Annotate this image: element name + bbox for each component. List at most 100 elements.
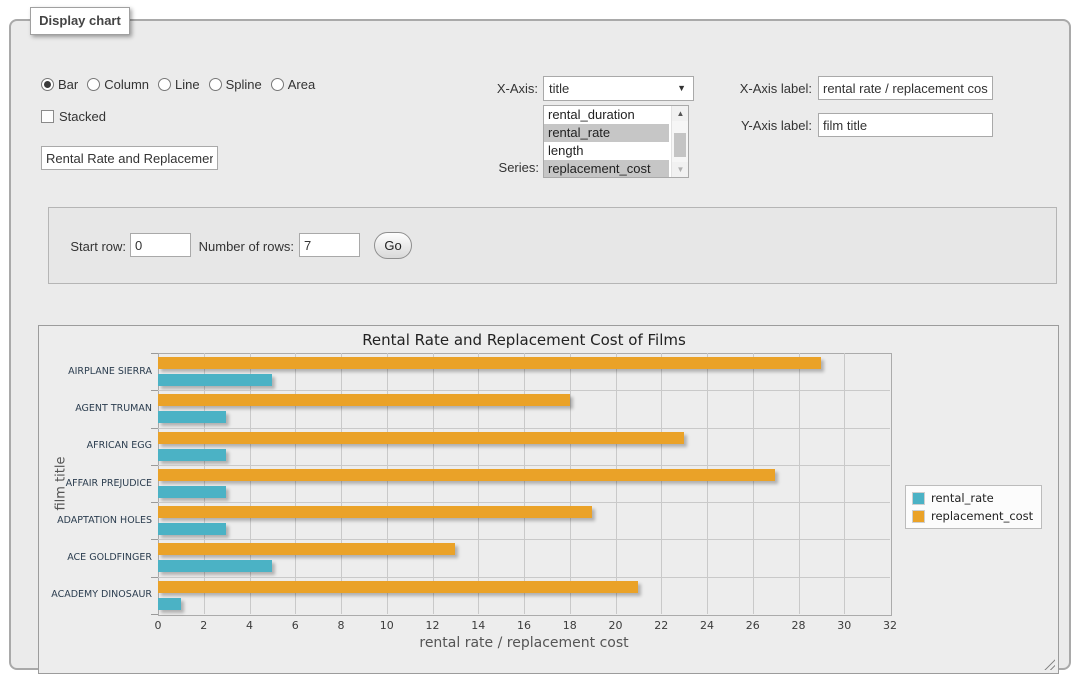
radio-icon[interactable] [87,78,100,91]
bar-rental-rate [158,449,226,461]
chevron-down-icon: ▼ [677,77,686,100]
panel-title: Display chart [30,7,130,35]
legend-label: rental_rate [931,491,994,505]
gridline-vertical [341,353,342,614]
gridline-vertical [570,353,571,614]
y-axis-tick [151,353,158,354]
bar-rental-rate [158,374,272,386]
go-button[interactable]: Go [374,232,412,259]
series-listbox[interactable]: rental_durationrental_ratelengthreplacem… [543,105,689,178]
y-axis-tick [151,390,158,391]
legend-item-rental_rate: rental_rate [912,491,1033,505]
radio-icon[interactable] [158,78,171,91]
y-axis-label-field-label: Y-Axis label: [712,118,812,133]
stacked-option[interactable]: Stacked [41,109,106,124]
bar-rental-rate [158,523,226,535]
gridline-vertical [661,353,662,614]
gridline-horizontal [158,539,890,540]
legend-item-replacement_cost: replacement_cost [912,509,1033,523]
y-axis-tick [151,428,158,429]
gridline-vertical [295,353,296,614]
gridline-vertical [478,353,479,614]
x-tick-label: 30 [824,619,864,632]
x-tick-label: 18 [550,619,590,632]
scrollbar-thumb[interactable] [674,133,686,157]
bar-replacement-cost [158,543,455,555]
chart-type-radio-line[interactable]: Line [158,77,200,92]
chart-type-radio-group: Bar Column Line Spline Area [41,77,315,92]
gridline-vertical [250,353,251,614]
chart-title-input[interactable] [41,146,218,170]
scroll-down-icon[interactable]: ▼ [672,162,689,177]
chart-type-radio-label: Spline [226,77,262,92]
y-axis-tick [151,577,158,578]
stacked-checkbox[interactable] [41,110,54,123]
page: Display chart Bar Column Line Spline Area St… [0,0,1081,681]
series-option-length[interactable]: length [544,142,669,160]
listbox-scrollbar[interactable]: ▲ ▼ [671,106,688,177]
category-label: AGENT TRUMAN [42,403,152,414]
y-axis-tick [151,614,158,615]
legend-swatch [912,510,925,523]
x-tick-label: 20 [596,619,636,632]
x-tick-label: 2 [184,619,224,632]
radio-icon[interactable] [271,78,284,91]
x-tick-label: 4 [230,619,270,632]
chart-type-radio-label: Line [175,77,200,92]
series-option-rental_duration[interactable]: rental_duration [544,106,669,124]
bar-replacement-cost [158,469,775,481]
bar-replacement-cost [158,357,821,369]
radio-icon[interactable] [209,78,222,91]
chart-title: Rental Rate and Replacement Cost of Film… [158,331,890,349]
bar-rental-rate [158,486,226,498]
bar-replacement-cost [158,506,592,518]
chart-type-radio-bar[interactable]: Bar [41,77,78,92]
x-tick-label: 16 [504,619,544,632]
gridline-vertical [753,353,754,614]
gridline-vertical [844,353,845,614]
radio-icon[interactable] [41,78,54,91]
scroll-up-icon[interactable]: ▲ [672,106,689,121]
resize-handle-icon[interactable] [1044,659,1055,670]
category-label: ACADEMY DINOSAUR [42,589,152,600]
x-axis-select-value: title [549,81,569,96]
x-axis-select[interactable]: title ▼ [543,76,694,101]
x-tick-label: 32 [870,619,910,632]
x-tick-label: 12 [413,619,453,632]
gridline-vertical [707,353,708,614]
chart-type-radio-area[interactable]: Area [271,77,315,92]
x-tick-label: 24 [687,619,727,632]
gridline-vertical [524,353,525,614]
bar-replacement-cost [158,581,638,593]
number-of-rows-label: Number of rows: [131,239,294,254]
y-axis-label-input[interactable] [818,113,993,137]
x-tick-label: 28 [779,619,819,632]
stacked-label: Stacked [59,109,106,124]
number-of-rows-input[interactable] [299,233,360,257]
bar-rental-rate [158,411,226,423]
x-tick-label: 8 [321,619,361,632]
gridline-vertical [387,353,388,614]
gridline-vertical [204,353,205,614]
chart-container: Rental Rate and Replacement Cost of Film… [38,325,1059,674]
gridline-horizontal [158,577,890,578]
x-axis-label-input[interactable] [818,76,993,100]
bar-rental-rate [158,598,181,610]
chart-type-radio-label: Area [288,77,315,92]
series-select-label: Series: [439,160,539,175]
x-tick-label: 0 [138,619,178,632]
chart-type-radio-column[interactable]: Column [87,77,149,92]
y-axis-tick [151,539,158,540]
x-tick-label: 6 [275,619,315,632]
chart-type-radio-spline[interactable]: Spline [209,77,262,92]
bar-replacement-cost [158,432,684,444]
chart-type-radio-label: Column [104,77,149,92]
series-option-rental_rate[interactable]: rental_rate [544,124,669,142]
category-label: ACE GOLDFINGER [42,552,152,563]
x-axis-select-label: X-Axis: [438,81,538,96]
gridline-vertical [799,353,800,614]
bar-replacement-cost [158,394,570,406]
start-row-label: Start row: [11,239,126,254]
x-axis-label-field-label: X-Axis label: [712,81,812,96]
series-option-replacement_cost[interactable]: replacement_cost [544,160,669,178]
